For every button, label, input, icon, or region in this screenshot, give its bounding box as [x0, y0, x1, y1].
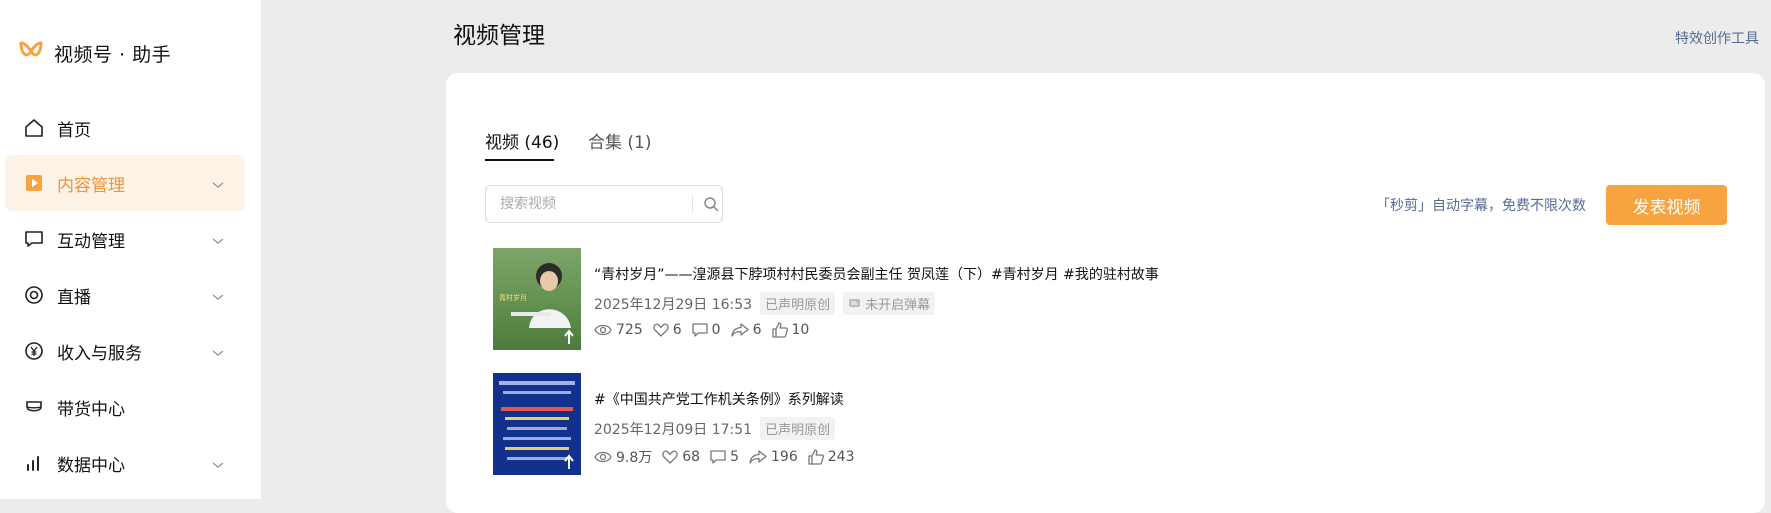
shares-stat: 196 — [749, 449, 798, 465]
video-title[interactable]: “青村岁月”——湟源县下脖项村村民委员会副主任 贺凤莲（下）#青村岁月 #我的驻… — [594, 264, 1159, 284]
sidebar-item-income[interactable]: 收入与服务 — [5, 323, 245, 379]
video-row[interactable]: 青村岁月 “青村岁月”——湟源县下脖项村村民委员会副主任 贺凤莲（下）#青村岁月… — [493, 248, 1693, 352]
video-row[interactable]: #《中国共产党工作机关条例》系列解读 2025年12月09日 17:51 已声明… — [493, 373, 1693, 477]
thumbs-up-icon — [771, 322, 788, 338]
sidebar-item-label: 互动管理 — [57, 231, 125, 252]
danmaku-tag: 未开启弹幕 — [843, 292, 936, 315]
views-count: 725 — [616, 322, 643, 338]
sidebar-item-label: 直播 — [57, 287, 91, 308]
thumbs-stat: 243 — [808, 449, 855, 465]
content-icon — [23, 172, 45, 194]
publish-datetime: 2025年12月09日 17:51 — [594, 421, 753, 438]
views-count: 9.8万 — [616, 450, 653, 466]
comments-count: 5 — [730, 449, 740, 465]
thumbs-stat: 10 — [771, 322, 810, 338]
sidebar-item-label: 收入与服务 — [57, 343, 142, 364]
shares-count: 6 — [752, 322, 762, 338]
video-thumbnail[interactable] — [493, 373, 581, 475]
message-icon — [23, 228, 45, 250]
eye-icon — [594, 451, 612, 463]
comments-stat: 5 — [710, 449, 739, 465]
video-meta: 2025年12月09日 17:51 已声明原创 — [594, 417, 836, 440]
search-input[interactable] — [498, 195, 692, 213]
likes-stat: 6 — [653, 322, 682, 338]
likes-stat: 68 — [662, 449, 700, 465]
heart-icon — [653, 323, 669, 337]
effects-tool-link[interactable]: 特效创作工具 — [1675, 28, 1759, 48]
channels-logo-icon — [18, 40, 44, 66]
original-tag: 已声明原创 — [760, 292, 836, 315]
sidebar-item-label: 带货中心 — [57, 399, 125, 420]
likes-count: 6 — [672, 322, 682, 338]
thumbs-up-icon — [808, 449, 824, 465]
comment-icon — [692, 323, 708, 337]
yen-icon — [23, 340, 45, 362]
sidebar-item-label: 内容管理 — [57, 175, 125, 196]
share-icon — [730, 323, 749, 337]
likes-count: 68 — [682, 449, 701, 465]
video-meta: 2025年12月29日 16:53 已声明原创 未开启弹幕 — [594, 292, 936, 315]
shares-count: 196 — [771, 449, 798, 465]
sidebar-item-live[interactable]: 直播 — [5, 267, 245, 323]
eye-icon — [594, 324, 612, 336]
heart-icon — [662, 450, 678, 464]
home-icon — [23, 117, 45, 139]
sidebar-item-shop[interactable]: 带货中心 — [5, 379, 245, 435]
sidebar-item-interaction[interactable]: 互动管理 — [5, 211, 245, 267]
sidebar-item-home[interactable]: 首页 — [5, 100, 245, 156]
views-stat: 9.8万 — [594, 447, 652, 467]
video-title[interactable]: #《中国共产党工作机关条例》系列解读 — [594, 389, 844, 409]
miaojian-promo-link[interactable]: 「秒剪」自动字幕，免费不限次数 — [1376, 195, 1586, 215]
chevron-down-icon — [211, 231, 225, 250]
chevron-down-icon — [211, 287, 225, 306]
views-stat: 725 — [594, 322, 643, 338]
thumbs-count: 243 — [827, 449, 855, 465]
chevron-down-icon — [211, 455, 225, 474]
brand[interactable]: 视频号 · 助手 — [18, 38, 171, 68]
sidebar-item-content[interactable]: 内容管理 — [5, 155, 245, 211]
search-box — [485, 185, 723, 223]
chart-icon — [23, 452, 45, 474]
comments-stat: 0 — [692, 322, 721, 338]
comments-count: 0 — [711, 322, 721, 338]
video-stats: 725 6 0 6 10 — [594, 322, 819, 338]
page-title: 视频管理 — [453, 23, 545, 49]
chevron-down-icon — [211, 343, 225, 362]
active-tab-indicator — [485, 159, 554, 161]
video-stats: 9.8万 68 5 196 243 — [594, 447, 864, 467]
search-icon[interactable] — [703, 196, 719, 212]
tab-collections[interactable]: 合集 (1) — [588, 128, 651, 153]
tab-videos[interactable]: 视频 (46) — [485, 128, 559, 153]
sidebar: 视频号 · 助手 首页 内容管理 互动管理 直播 收入与服务 带货中心 数据中心 — [0, 0, 261, 499]
publish-video-button[interactable]: 发表视频 — [1606, 185, 1727, 225]
sidebar-item-data[interactable]: 数据中心 — [5, 435, 245, 491]
thumbs-count: 10 — [791, 322, 810, 338]
search-divider — [692, 196, 693, 212]
shares-stat: 6 — [730, 322, 762, 338]
live-icon — [23, 284, 45, 306]
video-thumbnail[interactable]: 青村岁月 — [493, 248, 581, 350]
danmaku-icon — [849, 299, 861, 307]
comment-icon — [710, 450, 726, 464]
svg-text:青村岁月: 青村岁月 — [499, 293, 527, 302]
shop-icon — [23, 396, 45, 418]
share-icon — [749, 450, 767, 464]
danmaku-tag-label: 未开启弹幕 — [865, 298, 931, 313]
sidebar-item-label: 首页 — [57, 120, 91, 141]
original-tag: 已声明原创 — [760, 417, 836, 440]
video-management-card: 视频 (46) 合集 (1) 「秒剪」自动字幕，免费不限次数 发表视频 青村岁月 — [446, 73, 1765, 513]
chevron-down-icon — [211, 175, 225, 194]
publish-datetime: 2025年12月29日 16:53 — [594, 296, 753, 313]
sidebar-item-label: 数据中心 — [57, 455, 125, 476]
brand-name: 视频号 · 助手 — [54, 43, 172, 66]
